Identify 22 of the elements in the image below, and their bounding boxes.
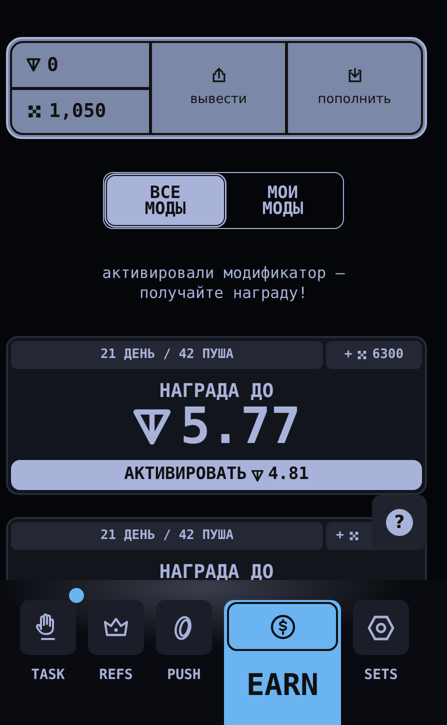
coin-icon xyxy=(26,102,43,120)
ton-icon xyxy=(250,468,264,482)
action-button[interactable]: пополнить xyxy=(285,43,421,133)
ton-balance: 0 xyxy=(47,52,58,78)
action-button[interactable]: вывести xyxy=(152,43,285,133)
bonus-label: + 6300 xyxy=(326,341,422,369)
duration-label: 21 ДЕНЬ / 42 ПУША xyxy=(11,522,323,550)
nav-tab[interactable]: EARN xyxy=(224,600,341,725)
ton-icon xyxy=(26,57,41,72)
help-button[interactable]: ? xyxy=(372,495,427,550)
coin-icon xyxy=(356,349,368,361)
activate-button[interactable]: АКТИВИРОВАТЬ 4.81 xyxy=(11,460,422,490)
mode-tab[interactable]: ВСЕ МОДЫ xyxy=(106,175,224,226)
coin-balance: 1,050 xyxy=(49,99,106,124)
reward-label: НАГРАДА ДО xyxy=(158,381,275,401)
mode-tab[interactable]: МОИ МОДЫ xyxy=(224,175,341,226)
help-icon: ? xyxy=(386,509,413,536)
promo-message: активировали модификатор — получайте награду! xyxy=(101,263,346,303)
reward-amount: 5.77 xyxy=(180,401,301,451)
coin-icon xyxy=(348,530,360,542)
reward-label: НАГРАДА ДО xyxy=(158,562,275,582)
duration-label: 21 ДЕНЬ / 42 ПУША xyxy=(11,341,323,369)
